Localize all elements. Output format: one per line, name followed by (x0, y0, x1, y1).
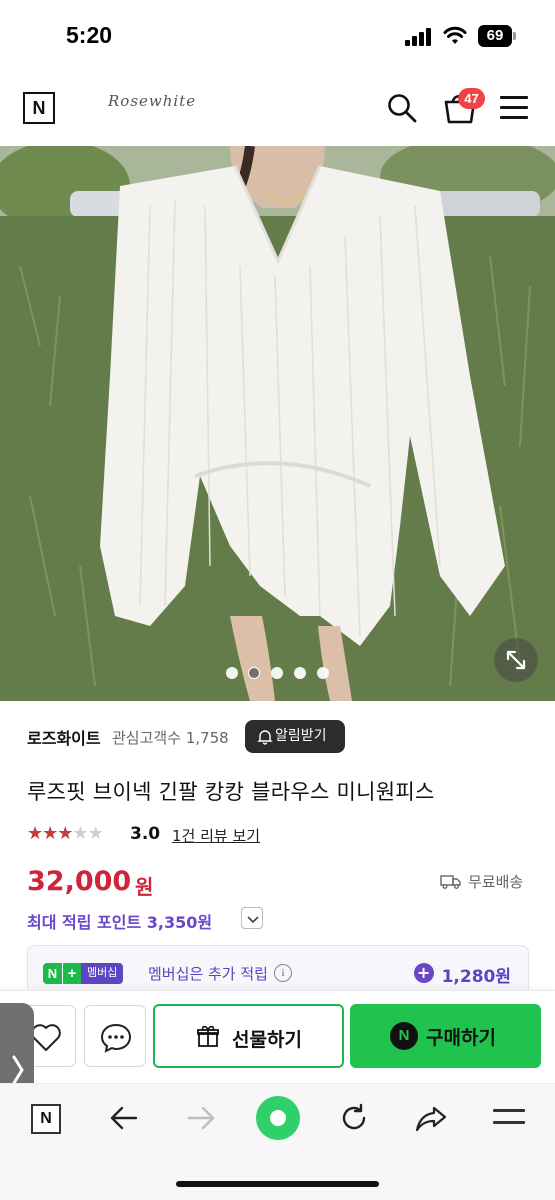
pagination-dot[interactable] (271, 667, 283, 679)
badge-plus: + (62, 963, 81, 984)
product-price: 32,000 (27, 866, 132, 897)
home-indicator (176, 1181, 379, 1187)
brand-logo[interactable]: Rosewhite (108, 92, 196, 110)
gift-button-label: 선물하기 (232, 1029, 302, 1051)
search-icon[interactable] (386, 92, 418, 124)
points-expand-button[interactable] (241, 907, 263, 929)
membership-points-value: 1,280원 (441, 967, 511, 987)
naver-home-button[interactable]: N (31, 1104, 61, 1134)
free-shipping-label: 무료배송 (468, 873, 524, 891)
price-unit: 원 (135, 875, 154, 899)
bell-plus-icon (257, 730, 273, 745)
naver-pay-icon: N (390, 1022, 418, 1050)
pagination-dot[interactable] (317, 667, 329, 679)
buy-button[interactable]: N 구매하기 (350, 1004, 541, 1068)
expand-image-button[interactable] (494, 638, 538, 682)
product-title: 루즈핏 브이넥 긴팔 캉캉 블라우스 미니원피스 (27, 780, 435, 804)
alarm-button-label: 알림받기 (275, 728, 327, 744)
chevron-down-icon (247, 916, 259, 924)
badge-text: 멤버십 (81, 963, 124, 984)
green-dot-button[interactable] (256, 1096, 300, 1140)
cart-count-badge: 47 (458, 88, 485, 109)
battery-level: 69 (478, 25, 512, 47)
gift-button[interactable]: 선물하기 (153, 1004, 344, 1068)
purchase-bar: 선물하기 N 구매하기 (0, 990, 555, 1083)
wifi-icon (443, 26, 467, 44)
product-image[interactable] (0, 146, 555, 701)
membership-points: + 1,280원 (413, 962, 511, 987)
rating-stars: ★★★★★ (27, 823, 104, 844)
gift-icon (197, 1025, 219, 1047)
buy-button-label: 구매하기 (426, 1027, 496, 1049)
truck-icon (440, 875, 461, 889)
talk-button[interactable] (84, 1005, 146, 1067)
pagination-dot-active[interactable] (248, 667, 260, 679)
star-filled-icon: ★ (27, 823, 43, 844)
badge-n: N (43, 963, 62, 984)
chevron-right-icon (12, 1055, 24, 1085)
pagination-dot[interactable] (294, 667, 306, 679)
review-link[interactable]: 1건 리뷰 보기 (172, 825, 260, 846)
interest-count: 관심고객수 1,758 (112, 729, 229, 747)
expand-icon (506, 650, 526, 670)
seller-name[interactable]: 로즈화이트 (27, 725, 101, 749)
info-icon[interactable]: i (274, 964, 292, 982)
alarm-button[interactable]: 알림받기 (245, 720, 345, 753)
star-empty-icon: ★ (87, 823, 104, 844)
membership-badge: N + 멤버십 (43, 963, 124, 984)
plus-circle-icon: + (413, 963, 434, 983)
status-time: 5:20 (66, 22, 113, 48)
menu-icon[interactable] (500, 96, 530, 120)
back-arrow-icon[interactable] (108, 1104, 140, 1132)
forward-arrow-icon[interactable] (185, 1104, 217, 1132)
product-photo (0, 146, 555, 701)
rating-value: 3.0 (130, 824, 161, 844)
chat-bubble-icon (100, 1023, 132, 1053)
star-filled-icon: ★ (42, 823, 58, 844)
naver-logo[interactable]: N (23, 92, 55, 124)
browser-menu-icon[interactable] (493, 1109, 525, 1129)
reload-icon[interactable] (338, 1102, 370, 1134)
free-shipping: 무료배송 (440, 871, 523, 892)
status-bar: 5:20 69 (0, 0, 555, 72)
pagination-dot[interactable] (226, 667, 238, 679)
max-points: 최대 적립 포인트 3,350원 (27, 913, 213, 932)
star-empty-icon: ★ (72, 823, 88, 844)
battery-icon: 69 (478, 25, 516, 47)
shop-header: N Rosewhite (0, 72, 555, 146)
star-filled-icon: ★ (57, 823, 73, 844)
membership-text: 멤버십은 추가 적립 (148, 965, 268, 983)
signal-icon (405, 28, 435, 46)
share-icon[interactable] (414, 1102, 448, 1134)
